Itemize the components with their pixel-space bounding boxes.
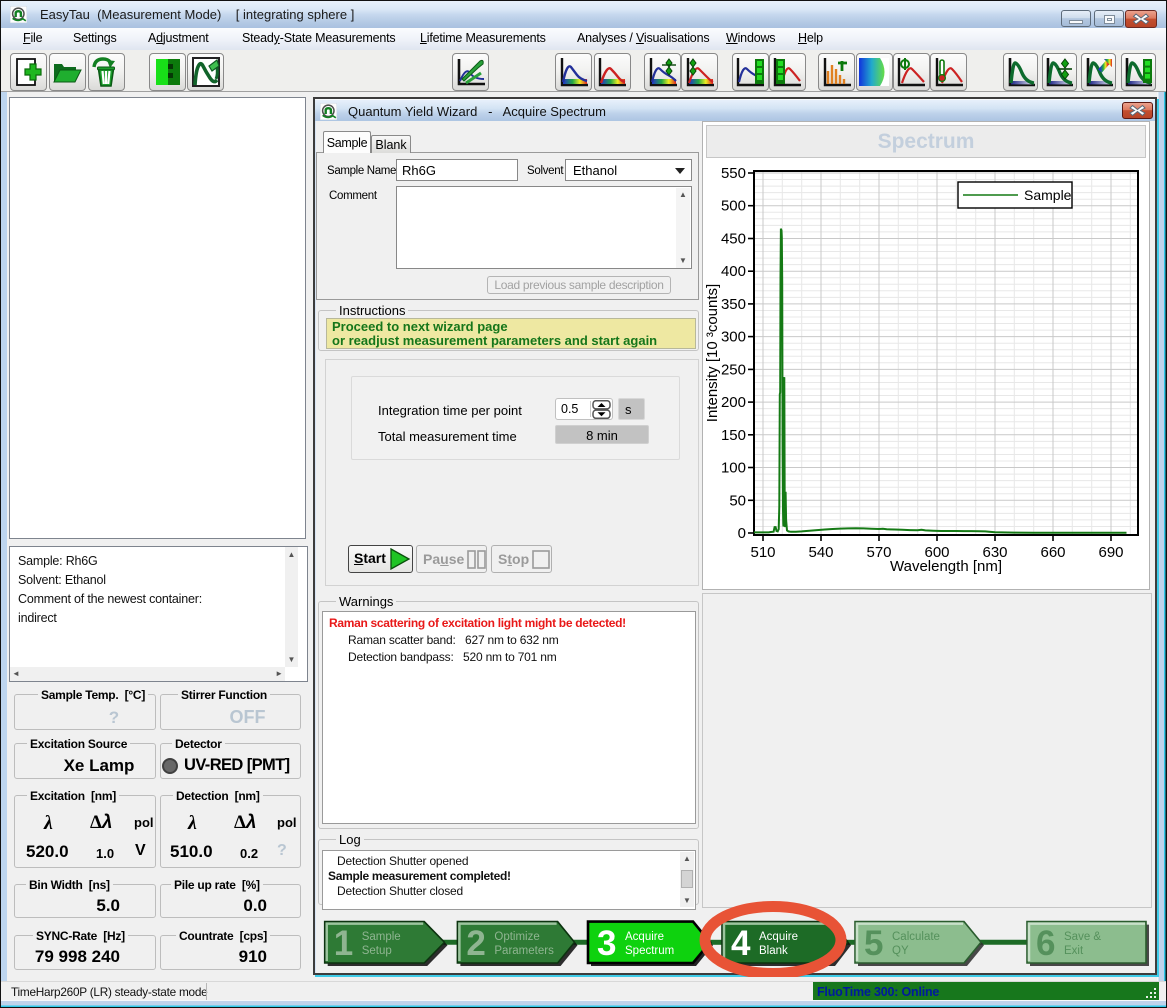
svg-text:3: 3 [597, 924, 616, 963]
svg-text:Sample: Sample [362, 931, 401, 943]
svg-text:150: 150 [721, 427, 746, 444]
svg-text:5: 5 [864, 924, 883, 963]
svg-text:Parameters: Parameters [494, 945, 554, 957]
svg-text:Setup: Setup [362, 945, 392, 957]
svg-text:Acquire: Acquire [625, 931, 664, 943]
svg-text:4: 4 [731, 924, 751, 963]
svg-text:Blank: Blank [759, 945, 788, 957]
svg-text:100: 100 [721, 460, 746, 477]
svg-text:QY: QY [892, 945, 909, 957]
svg-text:300: 300 [721, 329, 746, 346]
svg-text:Optimize: Optimize [494, 931, 539, 943]
svg-text:660: 660 [1040, 544, 1065, 561]
svg-text:400: 400 [721, 263, 746, 280]
svg-text:690: 690 [1098, 544, 1123, 561]
svg-text:250: 250 [721, 361, 746, 378]
svg-text:0: 0 [738, 525, 746, 542]
svg-text:Intensity [10 ³counts]: Intensity [10 ³counts] [704, 284, 721, 422]
svg-text:Acquire: Acquire [759, 931, 798, 943]
svg-text:Wavelength [nm]: Wavelength [nm] [890, 558, 1002, 575]
svg-text:540: 540 [808, 544, 833, 561]
svg-text:Calculate: Calculate [892, 931, 940, 943]
svg-text:Save &: Save & [1064, 931, 1101, 943]
svg-text:Spectrum: Spectrum [625, 945, 674, 957]
svg-text:50: 50 [729, 492, 746, 509]
svg-text:550: 550 [721, 165, 746, 182]
svg-text:Sample: Sample [1024, 187, 1072, 203]
svg-text:Exit: Exit [1064, 945, 1084, 957]
svg-text:350: 350 [721, 296, 746, 313]
svg-text:500: 500 [721, 198, 746, 215]
svg-text:1: 1 [334, 924, 353, 963]
svg-text:2: 2 [466, 924, 485, 963]
svg-text:510: 510 [750, 544, 775, 561]
svg-text:6: 6 [1036, 924, 1055, 963]
svg-text:570: 570 [866, 544, 891, 561]
svg-text:450: 450 [721, 231, 746, 248]
svg-text:200: 200 [721, 394, 746, 411]
